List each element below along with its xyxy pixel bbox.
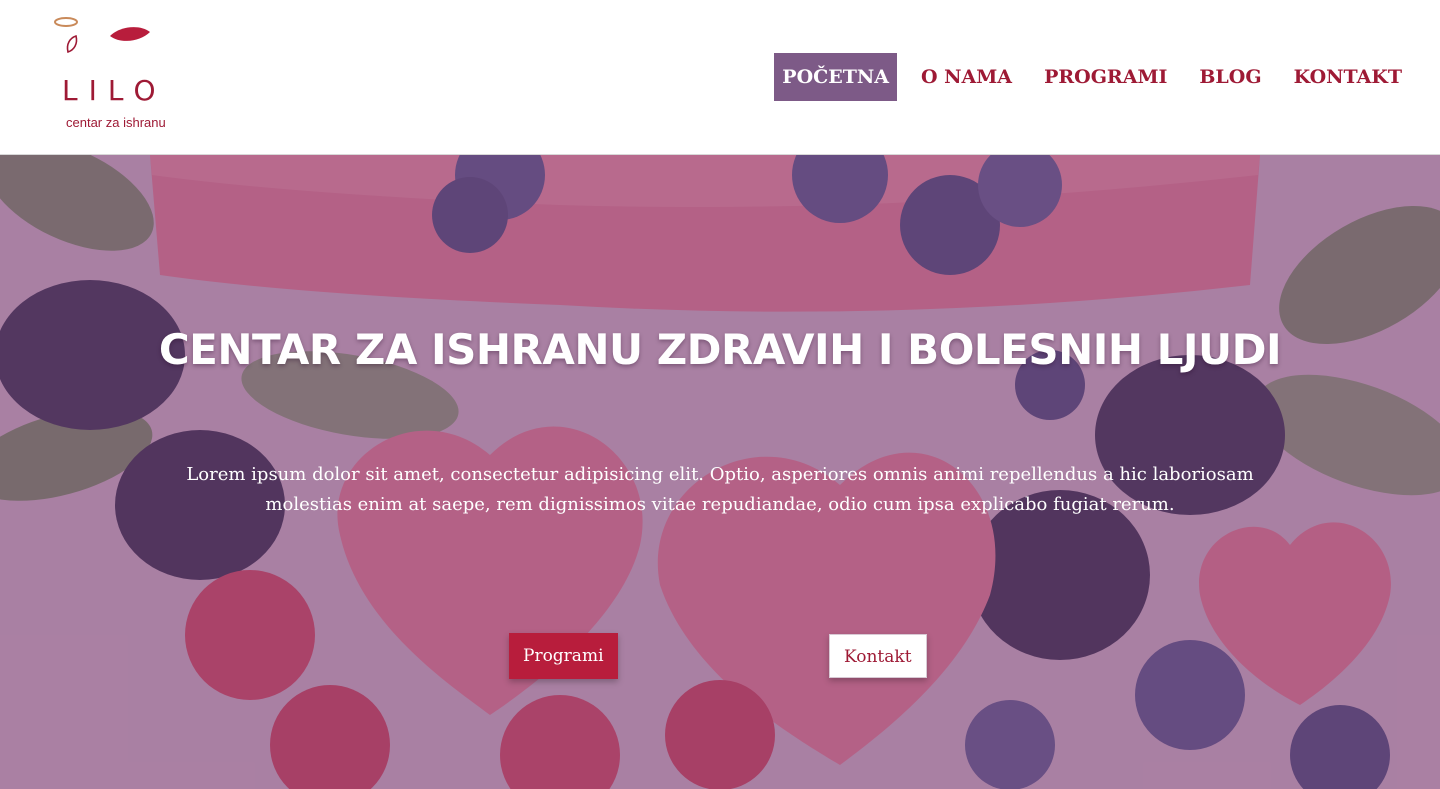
hero-section: CENTAR ZA ISHRANU ZDRAVIH I BOLESNIH LJU… [0, 155, 1440, 789]
hero-title: CENTAR ZA ISHRANU ZDRAVIH I BOLESNIH LJU… [158, 325, 1282, 374]
nav-item-pocetna[interactable]: POČETNA [774, 53, 897, 101]
nav-item-kontakt[interactable]: KONTAKT [1286, 53, 1410, 101]
logo-tagline: centar za ishranu [66, 115, 166, 130]
nav-item-o-nama[interactable]: O NAMA [913, 53, 1020, 101]
programi-button[interactable]: Programi [509, 633, 618, 679]
nav-item-blog[interactable]: BLOG [1191, 53, 1269, 101]
nav-item-programi[interactable]: PROGRAMI [1036, 53, 1175, 101]
kontakt-button[interactable]: Kontakt [829, 634, 927, 678]
hero-description: Lorem ipsum dolor sit amet, consectetur … [186, 464, 1254, 515]
site-header: LILO centar za ishranu POČETNA O NAMA PR… [0, 0, 1440, 155]
main-nav: POČETNA O NAMA PROGRAMI BLOG KONTAKT [758, 53, 1410, 101]
logo-wordmark: LILO [62, 74, 167, 107]
